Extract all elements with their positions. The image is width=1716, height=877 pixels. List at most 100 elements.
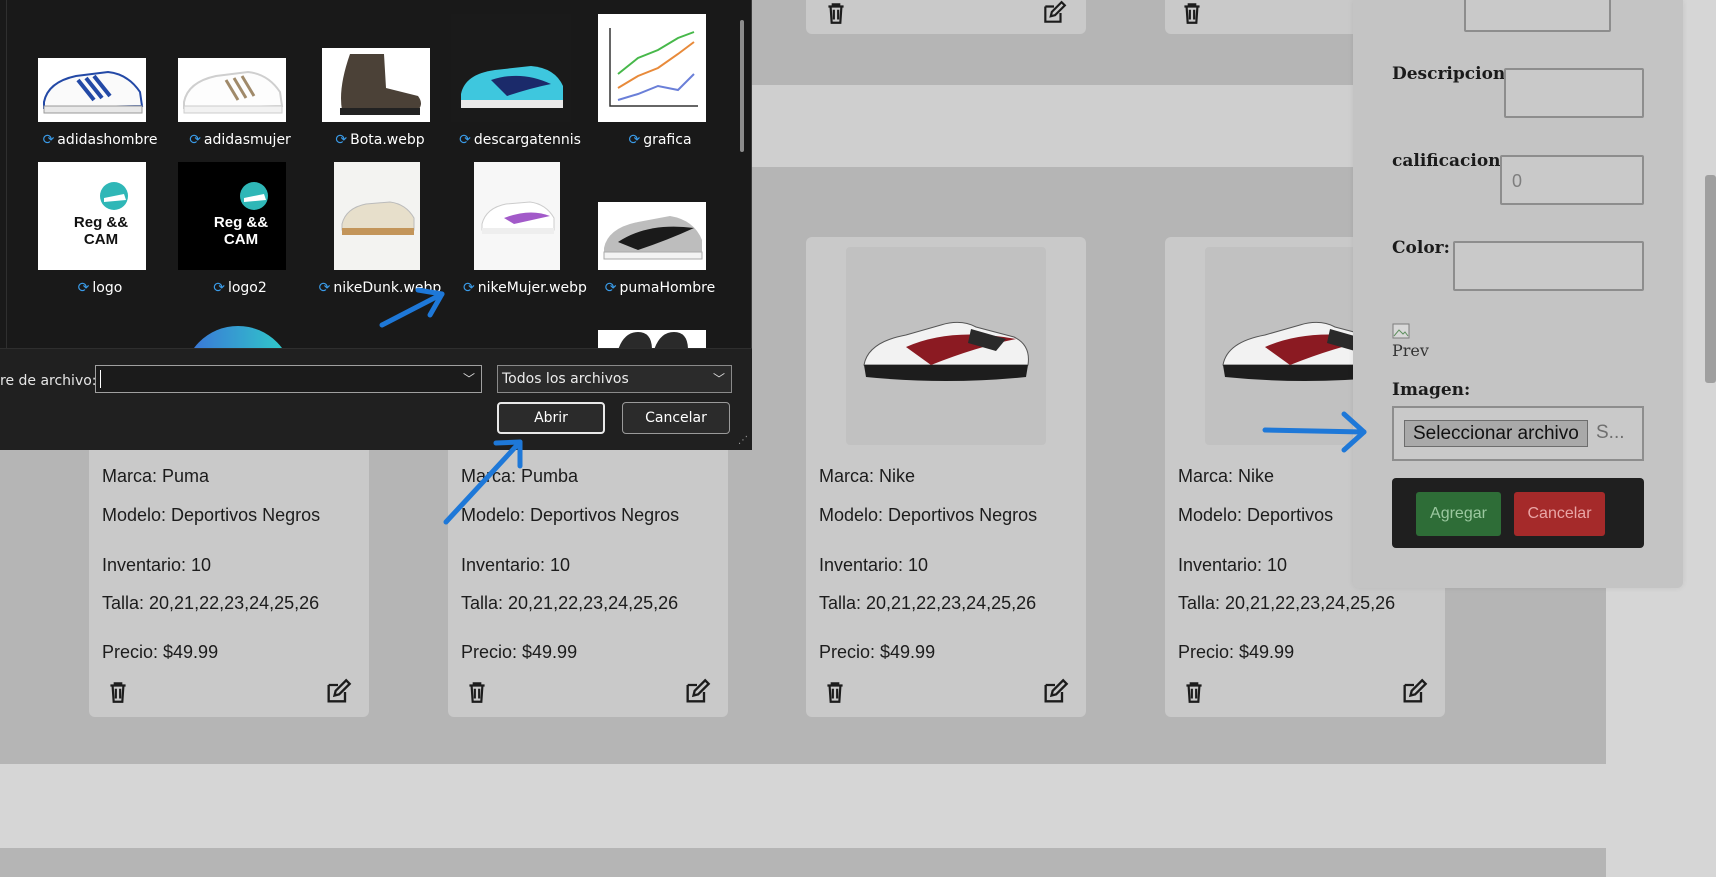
add-product-form: Descripcion: calificacion: 0 Color: Prev… (1353, 0, 1683, 588)
file-tile-logo[interactable]: Reg && CAM ⟳ logo (31, 162, 169, 302)
file-tile-partial[interactable] (183, 326, 293, 348)
descripcion-input[interactable] (1504, 68, 1644, 118)
sync-icon: ⟳ (189, 132, 201, 148)
product-sizes: Talla: 20,21,22,23,24,25,26 (819, 593, 1037, 613)
file-name: ⟳ nikeMujer.webp (463, 280, 587, 296)
trash-icon[interactable] (822, 677, 848, 707)
trash-icon[interactable] (1181, 677, 1207, 707)
trash-icon[interactable] (823, 0, 849, 26)
edit-icon[interactable] (322, 678, 354, 706)
file-input[interactable]: Seleccionar archivo S... (1392, 406, 1644, 461)
sync-icon: ⟳ (335, 132, 348, 148)
image-preview: Prev (1392, 323, 1432, 365)
thumbnail (598, 14, 706, 122)
file-grid: ⟳ adidashombre ⟳ adidasmujer ⟳ Bota.webp ⟳ d… (6, 0, 742, 348)
file-tile-grafica[interactable]: ⟳ grafica (591, 14, 729, 154)
thumbnail (474, 162, 560, 270)
edit-icon[interactable] (1039, 678, 1071, 706)
chart-thumbnail (598, 14, 706, 122)
thumbnail (38, 58, 146, 122)
product-brand: Marca: Pumba (461, 466, 579, 486)
descripcion-label: Descripcion: (1392, 64, 1512, 84)
sync-icon: ⟳ (459, 132, 471, 148)
imagen-label: Imagen: (1392, 380, 1471, 400)
sync-icon: ⟳ (604, 280, 617, 296)
cancel-button[interactable]: Cancelar (1514, 492, 1605, 536)
file-tile-adidasmujer[interactable]: ⟳ adidasmujer (171, 14, 309, 154)
sneaker-thumbnail (183, 70, 284, 114)
product-brand: Marca: Puma (102, 466, 210, 486)
product-price: Precio: $49.99 (461, 642, 578, 662)
file-tile-logo2[interactable]: Reg && CAM ⟳ logo2 (171, 162, 309, 302)
file-name: ⟳ nikeDunk.webp (318, 280, 442, 296)
product-brand: Marca: Nike (819, 466, 916, 486)
sync-icon: ⟳ (463, 280, 475, 296)
product-image (846, 247, 1046, 445)
sync-icon: ⟳ (213, 280, 225, 296)
file-tile-partial[interactable] (598, 330, 706, 348)
product-sizes: Talla: 20,21,22,23,24,25,26 (102, 593, 320, 613)
product-model: Modelo: Deportivos Negros (819, 505, 1038, 525)
edit-icon[interactable] (1398, 678, 1430, 706)
resize-grip-icon[interactable]: ⋰ (738, 435, 748, 446)
file-name: ⟳ descargatennis (459, 132, 581, 148)
edit-icon[interactable] (1039, 0, 1069, 26)
dialog-cancel-button[interactable]: Cancelar (622, 402, 730, 434)
file-open-dialog: ⟳ adidashombre ⟳ adidasmujer ⟳ Bota.webp ⟳ d… (0, 0, 752, 450)
sneaker-thumbnail (598, 202, 706, 270)
file-tile-pumahombre[interactable]: ⟳ pumaHombre (591, 162, 729, 302)
file-tile-nikedunk[interactable]: ⟳ nikeDunk.webp (311, 162, 449, 302)
trash-icon[interactable] (1179, 0, 1205, 26)
calificacion-input[interactable]: 0 (1500, 155, 1644, 205)
product-model: Modelo: Deportivos (1178, 505, 1334, 525)
sneaker-thumbnail (461, 66, 563, 108)
trash-icon[interactable] (105, 677, 131, 707)
file-name: ⟳ adidasmujer (189, 132, 291, 148)
thumbnail: Reg && CAM (38, 162, 146, 270)
thumbnail-partial (618, 332, 688, 348)
logo-text: Reg && CAM (73, 214, 129, 248)
open-button[interactable]: Abrir (497, 402, 605, 434)
sneaker-thumbnail (43, 70, 144, 114)
product-sizes: Talla: 20,21,22,23,24,25,26 (1178, 593, 1396, 613)
broken-image-icon (1392, 323, 1410, 339)
file-status: S... (1596, 422, 1625, 443)
file-tile-bota[interactable]: ⟳ Bota.webp (311, 14, 449, 154)
add-button[interactable]: Agregar (1416, 492, 1501, 536)
dialog-scrollbar[interactable] (740, 20, 744, 152)
color-input[interactable] (1453, 241, 1644, 291)
sync-icon: ⟳ (628, 132, 641, 148)
page-scrollbar[interactable] (1705, 175, 1716, 383)
product-model: Modelo: Deportivos Negros (102, 505, 321, 525)
filename-input[interactable]: ﹀ (95, 365, 482, 393)
select-file-button[interactable]: Seleccionar archivo (1404, 420, 1588, 447)
file-name: ⟳ logo (77, 280, 123, 296)
form-actions: Agregar Cancelar (1392, 478, 1644, 548)
filename-label: re de archivo: (0, 373, 97, 389)
file-type-select[interactable]: Todos los archivos ﹀ (497, 365, 732, 393)
product-sizes: Talla: 20,21,22,23,24,25,26 (461, 593, 679, 613)
thumbnail (334, 162, 420, 270)
edit-icon[interactable] (681, 678, 713, 706)
product-price: Precio: $49.99 (1178, 642, 1295, 662)
product-inventory: Inventario: 10 (819, 555, 929, 575)
calificacion-label: calificacion: (1392, 151, 1507, 171)
chevron-down-icon[interactable]: ﹀ (713, 370, 725, 387)
file-name: ⟳ adidashombre (42, 132, 158, 148)
form-field-top[interactable] (1464, 0, 1611, 32)
page-band-bottom (0, 848, 1606, 877)
logo-text: Reg && CAM (213, 214, 269, 248)
chevron-down-icon[interactable]: ﹀ (463, 370, 475, 387)
sync-icon: ⟳ (42, 132, 55, 148)
thumbnail (451, 14, 571, 122)
boot-thumbnail (322, 48, 430, 122)
file-name: ⟳ pumaHombre (604, 280, 716, 296)
product-inventory: Inventario: 10 (102, 555, 212, 575)
file-tile-adidashombre[interactable]: ⟳ adidashombre (31, 14, 169, 154)
sync-icon: ⟳ (318, 280, 331, 296)
file-tile-descargatennis[interactable]: ⟳ descargatennis (451, 14, 589, 154)
file-tile-nikemujer[interactable]: ⟳ nikeMujer.webp (451, 162, 589, 302)
thumbnail (322, 48, 430, 122)
product-brand: Marca: Nike (1178, 466, 1275, 486)
trash-icon[interactable] (464, 677, 490, 707)
